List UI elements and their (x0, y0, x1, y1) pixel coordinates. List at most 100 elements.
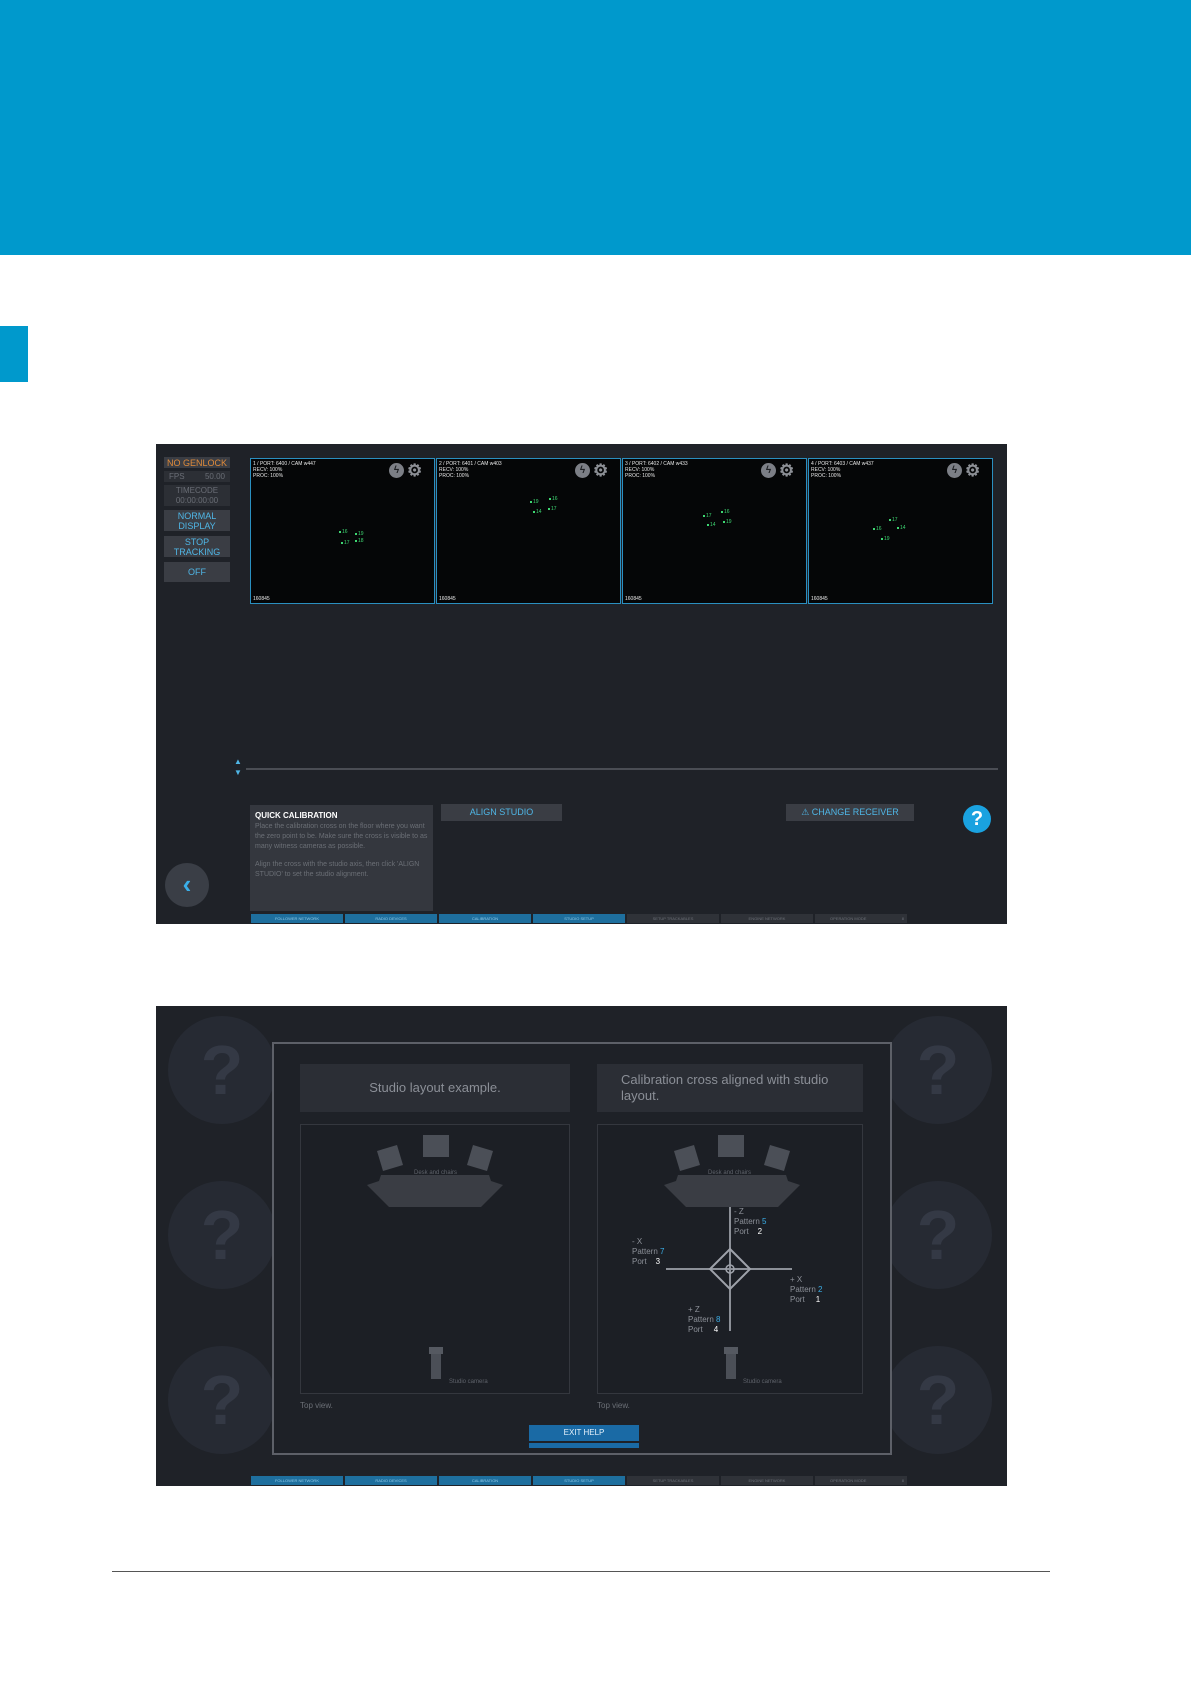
gear-icon[interactable]: ⚙ (593, 462, 608, 479)
marker-point: 16 (339, 529, 348, 535)
neg-x-label: - X Pattern 7 Port 3 (632, 1237, 664, 1267)
top-view-label: Top view. (300, 1401, 333, 1410)
down-arrow-icon[interactable]: ▼ (234, 768, 242, 777)
cross-aligned-diagram: Desk and chairs Studio camera - Z Patter… (597, 1124, 863, 1394)
tracking-line1: STOP (184, 536, 210, 547)
camera-view-1[interactable]: 1 / PORT: 6400 / CAM w447 RECV: 100% PRO… (250, 458, 435, 604)
align-studio-button[interactable]: ALIGN STUDIO (441, 804, 562, 821)
gear-icon[interactable]: ⚙ (407, 462, 422, 479)
background-question-icon: ? (884, 1016, 992, 1124)
quick-calibration-text: Place the calibration cross on the floor… (255, 823, 428, 850)
marker-point: 16 (549, 496, 558, 502)
lightning-icon[interactable]: ϟ (575, 463, 590, 478)
lightning-icon[interactable]: ϟ (947, 463, 962, 478)
nav-radio-devices[interactable]: RADIO DEVICES (345, 914, 437, 923)
quick-calibration-text: Align the cross with the studio axis, th… (255, 861, 420, 878)
background-question-icon: ? (168, 1181, 276, 1289)
marker-point: 14 (707, 522, 716, 528)
help-button[interactable]: ? (963, 805, 991, 833)
fps-value: 50.00 (204, 471, 225, 481)
background-question-icon: ? (168, 1346, 276, 1454)
pos-x-label: + X Pattern 2 Port 1 (790, 1275, 822, 1305)
marker-point: 17 (889, 517, 898, 523)
camera-info: 2 / PORT: 6401 / CAM w403 RECV: 100% PRO… (439, 461, 502, 479)
display-line1: NORMAL (177, 510, 217, 521)
nav-operation-mode-badge: 8 (901, 916, 904, 921)
change-receiver-label: CHANGE RECEIVER (811, 807, 899, 817)
off-button[interactable]: OFF (164, 562, 230, 582)
nav-calibration[interactable]: CALIBRATION (439, 914, 531, 923)
view-divider[interactable] (246, 768, 998, 770)
marker-point: 17 (341, 540, 350, 546)
pattern-value: 7 (660, 1247, 665, 1256)
camera-proc: PROC: 100% (439, 473, 470, 479)
camera-view-2[interactable]: 2 / PORT: 6401 / CAM w403 RECV: 100% PRO… (436, 458, 621, 604)
nav-setup-trackables[interactable]: SETUP TRACKABLES (627, 1476, 719, 1485)
camera-proc: PROC: 100% (811, 473, 842, 479)
change-receiver-button[interactable]: ⚠ CHANGE RECEIVER (786, 804, 914, 821)
up-arrow-icon[interactable]: ▲ (234, 757, 242, 766)
footer-rule (112, 1571, 1050, 1572)
genlock-label: NO GENLOCK (166, 457, 227, 468)
marker-point: 14 (897, 525, 906, 531)
stop-tracking-button[interactable]: STOP TRACKING (164, 536, 230, 557)
gear-icon[interactable]: ⚙ (965, 462, 980, 479)
nav-setup-trackables[interactable]: SETUP TRACKABLES (627, 914, 719, 923)
camera-proc: PROC: 100% (253, 473, 284, 479)
marker-point: 17 (703, 513, 712, 519)
pattern-label: Pattern (790, 1285, 816, 1294)
nav-engine-network[interactable]: ENGINE NETWORK (721, 1476, 813, 1485)
normal-display-button[interactable]: NORMAL DISPLAY (164, 510, 230, 531)
display-line2: DISPLAY (178, 520, 216, 531)
left-help-title: Studio layout example. (300, 1064, 570, 1112)
nav-studio-setup[interactable]: STUDIO SETUP (533, 914, 625, 923)
nav-operation-mode-label: OPERATION MODE (830, 916, 867, 921)
pattern-value: 5 (762, 1217, 767, 1226)
neg-z-label: - Z Pattern 5 Port 2 (734, 1207, 766, 1237)
marker-point: 19 (530, 499, 539, 505)
nav-follower-network[interactable]: FOLLOWER NETWORK (251, 1476, 343, 1485)
marker-point: 19 (355, 531, 364, 537)
fps-readout: FPS 50.00 (164, 471, 230, 482)
axis-name: + X (790, 1275, 803, 1284)
nav-operation-mode-label: OPERATION MODE (830, 1478, 867, 1483)
exit-help-button[interactable]: EXIT HELP (529, 1425, 639, 1441)
camera-icons: ϟ ⚙ (389, 462, 422, 479)
quick-calibration-title: QUICK CALIBRATION (255, 811, 338, 820)
back-button[interactable]: ‹ (165, 863, 209, 907)
port-label: Port (734, 1227, 749, 1236)
nav-studio-setup[interactable]: STUDIO SETUP (533, 1476, 625, 1485)
camera-icons: ϟ ⚙ (761, 462, 794, 479)
lightning-icon[interactable]: ϟ (389, 463, 404, 478)
quick-calibration-panel: QUICK CALIBRATION Place the calibration … (250, 805, 433, 911)
port-label: Port (688, 1325, 703, 1334)
nav-engine-network[interactable]: ENGINE NETWORK (721, 914, 813, 923)
camera-view-3[interactable]: 3 / PORT: 6402 / CAM w433 RECV: 100% PRO… (622, 458, 807, 604)
nav-operation-mode[interactable]: OPERATION MODE 8 (815, 1476, 907, 1485)
port-label: Port (790, 1295, 805, 1304)
align-studio-label: ALIGN STUDIO (469, 807, 534, 817)
studio-layout-diagram: Desk and chairs Studio camera (300, 1124, 570, 1394)
marker-point: 16 (721, 509, 730, 515)
port-label: Port (632, 1257, 647, 1266)
port-value: 1 (815, 1295, 821, 1304)
marker-point: 14 (533, 509, 542, 515)
camera-frame-count: 160845 (253, 596, 270, 602)
camera-view-4[interactable]: 4 / PORT: 6403 / CAM w437 RECV: 100% PRO… (808, 458, 993, 604)
camera-info: 1 / PORT: 6400 / CAM w447 RECV: 100% PRO… (253, 461, 316, 479)
nav-follower-network[interactable]: FOLLOWER NETWORK (251, 914, 343, 923)
lightning-icon[interactable]: ϟ (761, 463, 776, 478)
bottom-nav: FOLLOWER NETWORK RADIO DEVICES CALIBRATI… (251, 914, 907, 923)
camera-icons: ϟ ⚙ (575, 462, 608, 479)
nav-radio-devices[interactable]: RADIO DEVICES (345, 1476, 437, 1485)
camera-icons: ϟ ⚙ (947, 462, 980, 479)
marker-point: 19 (723, 519, 732, 525)
desk-label: Desk and chairs (708, 1170, 752, 1176)
nav-operation-mode[interactable]: OPERATION MODE 8 (815, 914, 907, 923)
gear-icon[interactable]: ⚙ (779, 462, 794, 479)
warning-icon: ⚠ (801, 807, 810, 817)
pattern-label: Pattern (688, 1315, 714, 1324)
right-help-title: Calibration cross aligned with studio la… (597, 1064, 863, 1112)
nav-calibration[interactable]: CALIBRATION (439, 1476, 531, 1485)
camera-proc: PROC: 100% (625, 473, 656, 479)
